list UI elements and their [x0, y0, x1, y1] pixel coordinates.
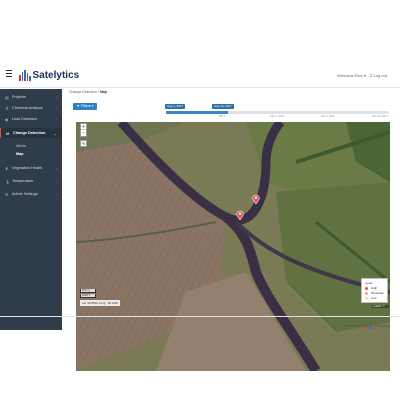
- sidebar-item-leak-detection[interactable]: ◆ Leak Detection ›: [0, 114, 62, 124]
- menu-icon[interactable]: [6, 70, 14, 77]
- legend-entry: High: [365, 286, 384, 290]
- filters-button[interactable]: ▼ Filters ▾: [73, 103, 97, 110]
- legend-label: High: [371, 286, 378, 290]
- chevron-icon: ›: [55, 166, 57, 171]
- legend-swatch: [365, 291, 368, 295]
- sidebar-item-temperature[interactable]: 🌡 Temperature ›: [0, 176, 62, 186]
- scale-metric: 500 m: [80, 289, 96, 293]
- top-header: Satelytics Welcome Elon ▾ ⎋ Log out: [0, 60, 400, 88]
- zoom-out-button[interactable]: −: [81, 130, 86, 136]
- sidebar-item-label: Change Detection: [13, 131, 46, 135]
- timeline-tick: Nov 29, 2017: [372, 115, 388, 118]
- timeline-start-handle[interactable]: Aug 1, 2017: [165, 104, 186, 109]
- sidebar-item-vegetation-health[interactable]: ❦ Vegetation Health ›: [0, 163, 62, 173]
- satellite-map[interactable]: [76, 122, 390, 371]
- map-scale: 500 m 2000 ft: [80, 289, 96, 299]
- map-coordinates: Lat: 29.8350, Long: -95.1081: [80, 300, 120, 306]
- sidebar-item-label: Leak Detection: [12, 117, 38, 121]
- chevron-icon: ›: [55, 179, 57, 184]
- legend-label: Moderate: [371, 291, 384, 295]
- scale-imperial: 2000 ft: [80, 294, 96, 298]
- satellite-imagery: [76, 122, 390, 371]
- leaf-icon: ❦: [5, 166, 9, 171]
- legend-swatch: [365, 286, 368, 290]
- footer-logo-icon: [367, 323, 373, 329]
- pencil-icon: ✎: [81, 141, 86, 146]
- breadcrumb-current: Map: [99, 90, 107, 94]
- sidebar-item-label: Projects: [12, 95, 26, 99]
- timeline-selection: [166, 111, 229, 114]
- compare-icon: ⇄: [6, 131, 10, 136]
- timeline-slider[interactable]: [166, 111, 389, 114]
- footer-brand: Satelytics: [373, 324, 390, 328]
- legend-entry: Moderate: [365, 291, 384, 295]
- sidebar-item-admin-settings[interactable]: ⚙ Admin Settings ›: [0, 189, 62, 199]
- legend-title: Level: [365, 281, 373, 285]
- timeline-tick: 2017: [219, 115, 225, 118]
- breadcrumb-parent[interactable]: Change Detection: [69, 90, 97, 94]
- sidebar-item-chemical-analysis[interactable]: ⚗ Chemical Analysis ›: [0, 103, 62, 113]
- map-legend: Level High Moderate Low: [361, 278, 388, 303]
- logout-link[interactable]: ⎋ Log out: [369, 73, 387, 78]
- legend-entry: Low: [365, 296, 384, 300]
- timeline-tick: Oct 1, 2017: [321, 115, 335, 118]
- thermometer-icon: 🌡: [5, 179, 11, 184]
- user-menu[interactable]: Welcome Elon ▾: [337, 73, 366, 78]
- zoom-control: + −: [80, 123, 87, 137]
- sidebar-subitem-alerts[interactable]: Alerts: [16, 144, 26, 148]
- sidebar-item-label: Admin Settings: [12, 192, 38, 196]
- brand-name: Satelytics: [32, 70, 80, 81]
- timeline-tick: Sep 1, 2017: [270, 115, 285, 118]
- chevron-down-icon: ⌄: [53, 131, 57, 136]
- alert-marker-high[interactable]: [236, 210, 244, 220]
- gear-icon: ⚙: [5, 192, 9, 197]
- drop-icon: ◆: [5, 117, 9, 122]
- sidebar: ▤ Projects › ⚗ Chemical Analysis › ◆ Lea…: [0, 89, 62, 330]
- sidebar-item-label: Chemical Analysis: [12, 106, 43, 110]
- chevron-icon: ›: [55, 117, 57, 122]
- timeline-end-handle[interactable]: Aug 16, 2017: [212, 104, 234, 109]
- sidebar-item-label: Temperature: [12, 179, 34, 183]
- sidebar-item-label: Vegetation Health: [12, 166, 42, 170]
- chevron-icon: ›: [55, 106, 57, 111]
- chevron-icon: ›: [55, 95, 57, 100]
- chevron-icon: ›: [55, 192, 57, 197]
- sidebar-item-change-detection[interactable]: ⇄ Change Detection ⌄: [0, 128, 62, 138]
- flask-icon: ⚗: [5, 106, 9, 111]
- sidebar-item-projects[interactable]: ▤ Projects ›: [0, 92, 62, 102]
- logo-icon: [19, 70, 31, 81]
- folder-icon: ▤: [5, 95, 9, 100]
- breadcrumb: Change Detection / Map: [69, 90, 107, 94]
- footer: Powered by Satelytics: [0, 316, 400, 332]
- map-attribution[interactable]: Leaflet | © ...: [372, 305, 389, 308]
- brand-logo[interactable]: Satelytics: [19, 69, 79, 81]
- sidebar-subitem-map[interactable]: Map: [16, 152, 24, 156]
- footer-text: Powered by: [345, 324, 366, 328]
- logout-label: Log out: [373, 73, 387, 78]
- draw-tool-button[interactable]: ✎: [80, 140, 87, 147]
- legend-label: Low: [371, 296, 377, 300]
- legend-swatch: [365, 296, 368, 300]
- footer-powered-by: Powered by Satelytics: [345, 323, 390, 329]
- breadcrumb-separator: /: [98, 90, 99, 94]
- alert-marker-high[interactable]: [252, 194, 260, 204]
